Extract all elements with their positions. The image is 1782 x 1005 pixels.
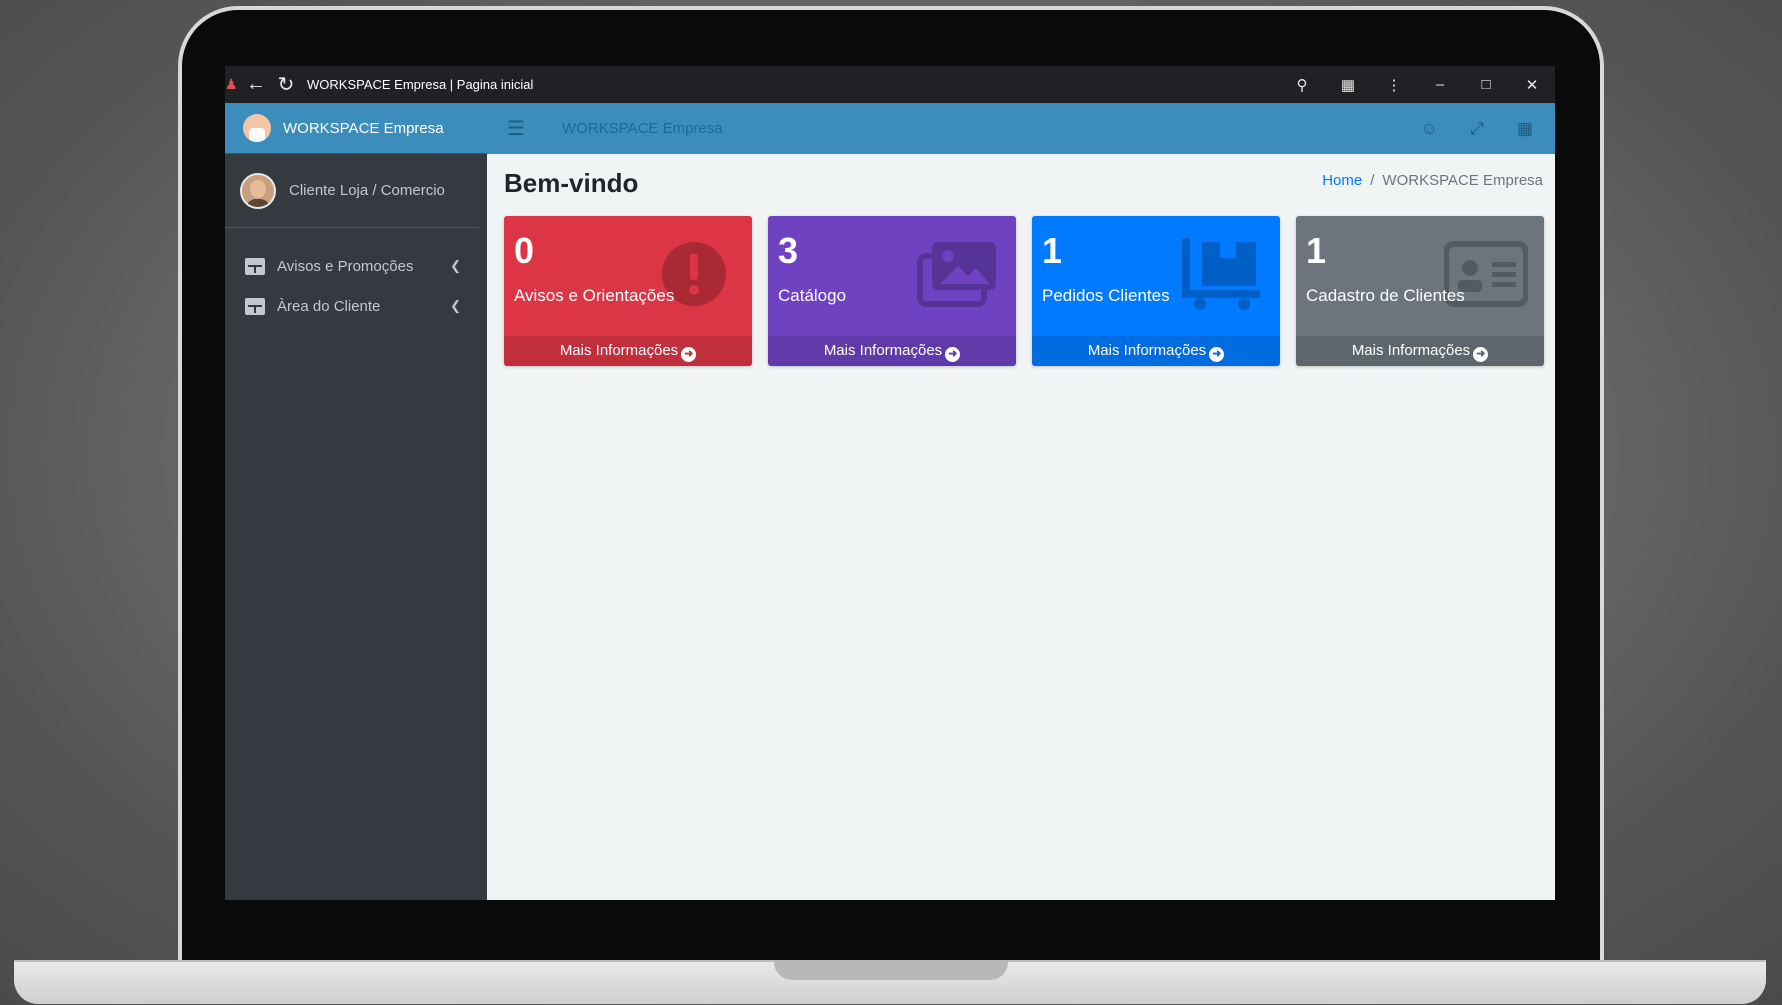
maximize-icon[interactable]: □ xyxy=(1463,76,1509,93)
breadcrumb-current: WORKSPACE Empresa xyxy=(1382,172,1543,189)
avatar xyxy=(240,172,276,209)
user-name: Cliente Loja / Comercio xyxy=(289,182,445,199)
arrow-circle-right-icon: ➜ xyxy=(945,347,961,362)
breadcrumb-home-link[interactable]: Home xyxy=(1322,172,1362,189)
sidebar-item-avisos[interactable]: Avisos e Promoções ❮ xyxy=(225,246,487,286)
card-count: 0 xyxy=(514,230,535,271)
card-pedidos: 1 Pedidos Clientes Mais Informações ➜ xyxy=(1032,216,1280,366)
browser-titlebar: ♟ ← ↻ WORKSPACE Empresa | Pagina inicial… xyxy=(225,66,1555,103)
arrow-circle-right-icon: ➜ xyxy=(1473,347,1489,362)
dolly-icon xyxy=(1182,238,1260,310)
hamburger-menu-icon[interactable]: ☰ xyxy=(507,116,537,141)
window-controls: ⚲ ▦ ⋮ – □ ✕ xyxy=(1279,76,1555,94)
user-icon[interactable]: ☺ xyxy=(1405,119,1453,139)
window-title: WORKSPACE Empresa | Pagina inicial xyxy=(307,77,534,92)
laptop-notch xyxy=(774,960,1008,980)
card-count: 3 xyxy=(778,230,799,271)
reload-icon[interactable]: ↻ xyxy=(271,72,301,97)
card-more-info-link[interactable]: Mais Informações ➜ xyxy=(1032,336,1280,366)
sidebar-menu: Avisos e Promoções ❮ Àrea do Cliente ❮ xyxy=(225,246,487,326)
brand-text: WORKSPACE Empresa xyxy=(283,119,444,137)
close-icon[interactable]: ✕ xyxy=(1509,76,1555,94)
user-panel[interactable]: Cliente Loja / Comercio xyxy=(225,154,479,228)
sidebar-item-label: Avisos e Promoções xyxy=(277,257,414,275)
extension-icon[interactable]: ▦ xyxy=(1325,76,1371,94)
key-icon[interactable]: ⚲ xyxy=(1279,76,1325,94)
card-more-info-link[interactable]: Mais Informações ➜ xyxy=(768,336,1016,366)
table-icon xyxy=(245,297,265,315)
breadcrumb-separator: / xyxy=(1370,172,1375,189)
card-footer-label: Mais Informações xyxy=(1087,342,1207,359)
person-icon: ♟ xyxy=(225,76,238,92)
main-content: Bem-vindo Home / WORKSPACE Empresa 0 Aviso… xyxy=(487,154,1555,900)
card-footer-label: Mais Informações xyxy=(1351,342,1471,359)
brand-link[interactable]: WORKSPACE Empresa xyxy=(225,103,487,154)
screen: ♟ ← ↻ WORKSPACE Empresa | Pagina inicial… xyxy=(225,66,1555,900)
card-more-info-link[interactable]: Mais Informações ➜ xyxy=(504,336,752,366)
table-icon xyxy=(245,257,265,275)
grid-icon[interactable]: ▦ xyxy=(1501,119,1549,139)
kebab-menu-icon[interactable]: ⋮ xyxy=(1371,76,1417,94)
card-footer-label: Mais Informações xyxy=(823,342,943,359)
breadcrumb: Home / WORKSPACE Empresa xyxy=(1322,172,1543,189)
fullscreen-icon[interactable]: ⤢ xyxy=(1453,119,1501,139)
minimize-icon[interactable]: – xyxy=(1417,76,1463,93)
chevron-left-icon: ❮ xyxy=(450,258,461,273)
sidebar-item-label: Àrea do Cliente xyxy=(277,297,381,315)
card-more-info-link[interactable]: Mais Informações ➜ xyxy=(1296,336,1544,366)
card-label: Catálogo xyxy=(778,286,847,305)
navbar-title[interactable]: WORKSPACE Empresa xyxy=(562,120,723,137)
sidebar: WORKSPACE Empresa Cliente Loja / Comerci… xyxy=(225,103,487,900)
card-avisos: 0 Avisos e Orientações Mais Informações ➜ xyxy=(504,216,752,366)
card-count: 1 xyxy=(1306,230,1327,271)
card-count: 1 xyxy=(1042,230,1063,271)
card-footer-label: Mais Informações xyxy=(559,342,679,359)
brand-logo xyxy=(243,114,271,142)
sidebar-item-area-cliente[interactable]: Àrea do Cliente ❮ xyxy=(225,286,487,326)
chevron-left-icon: ❮ xyxy=(450,298,461,313)
arrow-circle-right-icon: ➜ xyxy=(681,347,697,362)
info-cards: 0 Avisos e Orientações Mais Informações ➜… xyxy=(504,216,1555,366)
back-arrow-icon[interactable]: ← xyxy=(241,73,271,96)
card-label: Cadastro de Clientes xyxy=(1306,286,1465,305)
images-icon xyxy=(917,242,996,307)
page-title: Bem-vindo xyxy=(504,168,639,198)
navbar-actions: ☺ ⤢ ▦ xyxy=(1405,119,1549,139)
card-cadastro: 1 Cadastro de Clientes Mais Informações ➜ xyxy=(1296,216,1544,366)
card-label: Pedidos Clientes xyxy=(1042,286,1170,305)
arrow-circle-right-icon: ➜ xyxy=(1209,347,1225,362)
card-label: Avisos e Orientações xyxy=(514,286,675,305)
top-navbar: ☰ WORKSPACE Empresa ☺ ⤢ ▦ xyxy=(487,103,1555,154)
card-catalogo: 3 Catálogo Mais Informações ➜ xyxy=(768,216,1016,366)
content-header: Bem-vindo Home / WORKSPACE Empresa xyxy=(487,154,1555,216)
